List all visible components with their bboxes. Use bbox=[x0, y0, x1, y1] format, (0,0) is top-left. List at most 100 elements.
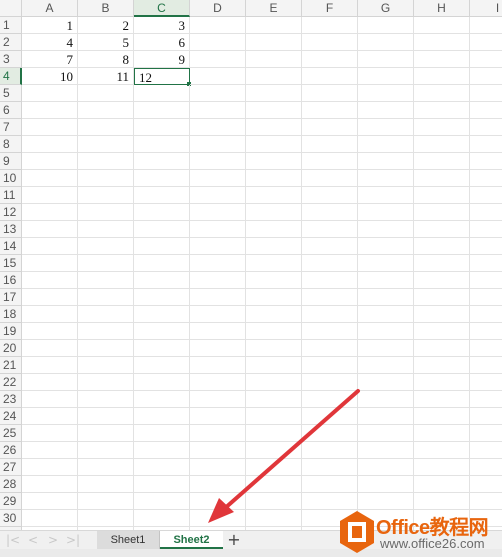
cell-i24[interactable] bbox=[470, 408, 502, 425]
cell-a24[interactable] bbox=[22, 408, 78, 425]
cell-area[interactable]: 1 2 3 4 5 6 7 8 9 10 11 12 bbox=[22, 17, 502, 530]
cell-g9[interactable] bbox=[358, 153, 414, 170]
cell-i17[interactable] bbox=[470, 289, 502, 306]
cell-h24[interactable] bbox=[414, 408, 470, 425]
cell-h6[interactable] bbox=[414, 102, 470, 119]
cell-c6[interactable] bbox=[134, 102, 190, 119]
cell-e17[interactable] bbox=[246, 289, 302, 306]
cell-h3[interactable] bbox=[414, 51, 470, 68]
cell-i28[interactable] bbox=[470, 476, 502, 493]
cell-d6[interactable] bbox=[190, 102, 246, 119]
cell-e14[interactable] bbox=[246, 238, 302, 255]
cell-h22[interactable] bbox=[414, 374, 470, 391]
cell-c4[interactable]: 12 bbox=[134, 68, 190, 85]
column-header-b[interactable]: B bbox=[78, 0, 134, 17]
cell-c23[interactable] bbox=[134, 391, 190, 408]
cell-c15[interactable] bbox=[134, 255, 190, 272]
cell-e21[interactable] bbox=[246, 357, 302, 374]
cell-c19[interactable] bbox=[134, 323, 190, 340]
cell-i22[interactable] bbox=[470, 374, 502, 391]
row-header-10[interactable]: 10 bbox=[0, 170, 22, 187]
next-sheet-nav-icon[interactable]: > bbox=[44, 532, 62, 548]
cell-g22[interactable] bbox=[358, 374, 414, 391]
cell-d5[interactable] bbox=[190, 85, 246, 102]
cell-c22[interactable] bbox=[134, 374, 190, 391]
cell-e22[interactable] bbox=[246, 374, 302, 391]
cell-a11[interactable] bbox=[22, 187, 78, 204]
row-header-6[interactable]: 6 bbox=[0, 102, 22, 119]
cell-c8[interactable] bbox=[134, 136, 190, 153]
row-header-7[interactable]: 7 bbox=[0, 119, 22, 136]
cell-b23[interactable] bbox=[78, 391, 134, 408]
cell-b5[interactable] bbox=[78, 85, 134, 102]
cell-e3[interactable] bbox=[246, 51, 302, 68]
column-header-c[interactable]: C bbox=[134, 0, 190, 17]
cell-h28[interactable] bbox=[414, 476, 470, 493]
cell-c10[interactable] bbox=[134, 170, 190, 187]
cell-a3[interactable]: 7 bbox=[22, 51, 78, 68]
cell-c1[interactable]: 3 bbox=[134, 17, 190, 34]
cell-e20[interactable] bbox=[246, 340, 302, 357]
cell-i3[interactable] bbox=[470, 51, 502, 68]
cell-f17[interactable] bbox=[302, 289, 358, 306]
cell-b13[interactable] bbox=[78, 221, 134, 238]
cell-h20[interactable] bbox=[414, 340, 470, 357]
cell-h15[interactable] bbox=[414, 255, 470, 272]
cell-d20[interactable] bbox=[190, 340, 246, 357]
column-header-a[interactable]: A bbox=[22, 0, 78, 17]
prev-sheet-nav-icon[interactable]: < bbox=[24, 532, 42, 548]
cell-a10[interactable] bbox=[22, 170, 78, 187]
cell-g19[interactable] bbox=[358, 323, 414, 340]
cell-a20[interactable] bbox=[22, 340, 78, 357]
cell-b15[interactable] bbox=[78, 255, 134, 272]
cell-b11[interactable] bbox=[78, 187, 134, 204]
column-header-i[interactable]: I bbox=[470, 0, 502, 17]
cell-c11[interactable] bbox=[134, 187, 190, 204]
cell-f10[interactable] bbox=[302, 170, 358, 187]
row-header-3[interactable]: 3 bbox=[0, 51, 22, 68]
cell-a28[interactable] bbox=[22, 476, 78, 493]
cell-c29[interactable] bbox=[134, 493, 190, 510]
cell-a21[interactable] bbox=[22, 357, 78, 374]
row-header-11[interactable]: 11 bbox=[0, 187, 22, 204]
cell-g10[interactable] bbox=[358, 170, 414, 187]
cell-e29[interactable] bbox=[246, 493, 302, 510]
cell-b17[interactable] bbox=[78, 289, 134, 306]
row-header-24[interactable]: 24 bbox=[0, 408, 22, 425]
cell-a5[interactable] bbox=[22, 85, 78, 102]
cell-e30[interactable] bbox=[246, 510, 302, 527]
cell-e5[interactable] bbox=[246, 85, 302, 102]
cell-d26[interactable] bbox=[190, 442, 246, 459]
cell-i14[interactable] bbox=[470, 238, 502, 255]
cell-h5[interactable] bbox=[414, 85, 470, 102]
cell-a12[interactable] bbox=[22, 204, 78, 221]
cell-c25[interactable] bbox=[134, 425, 190, 442]
cell-d18[interactable] bbox=[190, 306, 246, 323]
cell-i5[interactable] bbox=[470, 85, 502, 102]
cell-g27[interactable] bbox=[358, 459, 414, 476]
cell-d8[interactable] bbox=[190, 136, 246, 153]
row-header-13[interactable]: 13 bbox=[0, 221, 22, 238]
cell-b21[interactable] bbox=[78, 357, 134, 374]
row-header-4[interactable]: 4 bbox=[0, 68, 22, 85]
row-header-14[interactable]: 14 bbox=[0, 238, 22, 255]
cell-f11[interactable] bbox=[302, 187, 358, 204]
cell-b4[interactable]: 11 bbox=[78, 68, 134, 85]
cell-e25[interactable] bbox=[246, 425, 302, 442]
cell-f19[interactable] bbox=[302, 323, 358, 340]
cell-h10[interactable] bbox=[414, 170, 470, 187]
cell-b19[interactable] bbox=[78, 323, 134, 340]
cell-e26[interactable] bbox=[246, 442, 302, 459]
cell-a29[interactable] bbox=[22, 493, 78, 510]
column-header-g[interactable]: G bbox=[358, 0, 414, 17]
select-all-corner[interactable] bbox=[0, 0, 22, 17]
cell-c28[interactable] bbox=[134, 476, 190, 493]
cell-f21[interactable] bbox=[302, 357, 358, 374]
cell-a22[interactable] bbox=[22, 374, 78, 391]
cell-f13[interactable] bbox=[302, 221, 358, 238]
cell-c16[interactable] bbox=[134, 272, 190, 289]
tab-sheet2[interactable]: Sheet2 bbox=[160, 531, 223, 549]
cell-h14[interactable] bbox=[414, 238, 470, 255]
cell-a30[interactable] bbox=[22, 510, 78, 527]
cell-f23[interactable] bbox=[302, 391, 358, 408]
